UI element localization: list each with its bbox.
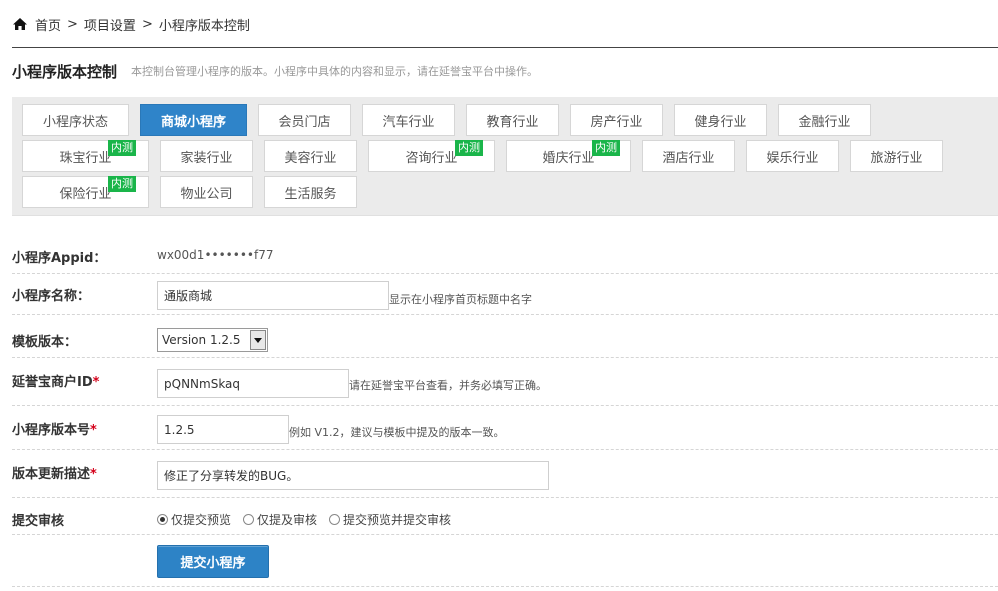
tab-auto-industry[interactable]: 汽车行业	[362, 104, 455, 136]
tab-jewelry-industry[interactable]: 珠宝行业 内测	[22, 140, 149, 172]
tab-label: 物业公司	[180, 186, 233, 202]
tab-label: 商城小程序	[160, 114, 226, 130]
beta-badge: 内测	[108, 140, 136, 156]
version-input[interactable]: 1.2.5	[157, 415, 289, 444]
breadcrumb-project-settings[interactable]: 项目设置	[84, 15, 136, 34]
description-row: 版本更新描述* 修正了分享转发的BUG。	[12, 450, 998, 498]
tab-label: 金融行业	[798, 114, 851, 130]
tab-wedding-industry[interactable]: 婚庆行业 内测	[506, 140, 631, 172]
name-hint: 显示在小程序首页标题中名字	[389, 293, 532, 306]
tab-label: 咨询行业	[405, 150, 458, 166]
tab-label: 家装行业	[180, 150, 233, 166]
beta-badge: 内测	[455, 140, 483, 156]
template-label: 模板版本：	[12, 335, 78, 350]
tab-beauty-industry[interactable]: 美容行业	[264, 140, 357, 172]
radio-preview-and-review[interactable]: 提交预览并提交审核	[329, 511, 451, 528]
template-select[interactable]: Version 1.2.5	[157, 328, 268, 352]
breadcrumb-home[interactable]: 首页	[35, 15, 61, 34]
tab-label: 小程序状态	[42, 114, 108, 130]
appid-label: 小程序Appid：	[12, 251, 107, 266]
name-row: 小程序名称： 通版商城 显示在小程序首页标题中名字	[12, 274, 998, 315]
tab-fitness-industry[interactable]: 健身行业	[674, 104, 767, 136]
radio-label: 仅提及审核	[257, 513, 318, 527]
industry-tab-panel: 小程序状态 商城小程序 会员门店 汽车行业 教育行业 房产行业 健身行业 金融行…	[12, 97, 998, 216]
tab-label: 旅游行业	[870, 150, 923, 166]
description-label: 版本更新描述*	[12, 463, 97, 482]
required-mark: *	[92, 375, 100, 390]
merchant-id-label: 延誉宝商户ID*	[12, 371, 99, 390]
tab-member-store[interactable]: 会员门店	[258, 104, 351, 136]
template-row: 模板版本： Version 1.2.5	[12, 315, 998, 358]
version-hint: 例如 V1.2，建议与模板中提及的版本一致。	[289, 426, 505, 439]
breadcrumb-separator: >	[141, 16, 153, 32]
template-select-value: Version 1.2.5	[162, 333, 241, 347]
chevron-down-icon[interactable]	[250, 330, 266, 350]
tab-miniprogram-status[interactable]: 小程序状态	[22, 104, 129, 136]
merchant-id-hint: 请在延誉宝平台查看，并务必填写正确。	[349, 379, 547, 392]
radio-label: 提交预览并提交审核	[343, 513, 452, 527]
tab-label: 婚庆行业	[542, 150, 595, 166]
appid-row: 小程序Appid： wx00d1•••••••f77	[12, 235, 998, 274]
tab-entertainment-industry[interactable]: 娱乐行业	[746, 140, 839, 172]
radio-preview-only[interactable]: 仅提交预览	[157, 511, 231, 528]
tab-label: 酒店行业	[662, 150, 715, 166]
radio-review-only[interactable]: 仅提及审核	[243, 511, 317, 528]
radio-label: 仅提交预览	[171, 513, 232, 527]
page-description: 本控制台管理小程序的版本。小程序中具体的内容和显示，请在延誉宝平台中操作。	[131, 65, 539, 78]
breadcrumb-current: 小程序版本控制	[158, 18, 250, 34]
tab-label: 房产行业	[590, 114, 643, 130]
version-row: 小程序版本号* 1.2.5 例如 V1.2，建议与模板中提及的版本一致。	[12, 406, 998, 450]
tab-property-company[interactable]: 物业公司	[160, 176, 253, 208]
form-bottom-divider	[12, 586, 998, 587]
version-label-text: 小程序版本号	[12, 423, 91, 438]
radio-button[interactable]	[329, 514, 341, 525]
description-label-text: 版本更新描述	[12, 467, 91, 482]
tab-mall-miniprogram[interactable]: 商城小程序	[140, 104, 247, 136]
radio-button[interactable]	[243, 514, 255, 525]
tab-label: 教育行业	[486, 114, 539, 130]
tab-homedecor-industry[interactable]: 家装行业	[160, 140, 253, 172]
tab-hotel-industry[interactable]: 酒店行业	[642, 140, 735, 172]
submit-review-options: 仅提交预览 仅提及审核 提交预览并提交审核	[157, 511, 463, 528]
radio-button[interactable]	[157, 514, 168, 525]
description-input[interactable]: 修正了分享转发的BUG。	[157, 461, 549, 490]
beta-badge: 内测	[592, 140, 620, 156]
submit-review-label: 提交审核	[12, 514, 65, 529]
merchant-id-row: 延誉宝商户ID* pQNNmSkaq 请在延誉宝平台查看，并务必填写正确。	[12, 358, 998, 406]
title-row: 小程序版本控制 本控制台管理小程序的版本。小程序中具体的内容和显示，请在延誉宝平…	[12, 60, 538, 82]
name-input[interactable]: 通版商城	[157, 281, 389, 310]
name-label: 小程序名称：	[12, 289, 91, 304]
breadcrumb-separator: >	[67, 16, 78, 32]
tab-label: 生活服务	[284, 186, 337, 202]
tab-life-services[interactable]: 生活服务	[264, 176, 357, 208]
tab-travel-industry[interactable]: 旅游行业	[850, 140, 943, 172]
header-divider	[12, 47, 998, 48]
page-title: 小程序版本控制	[12, 62, 118, 81]
breadcrumb: 首页 > 项目设置 > 小程序版本控制	[12, 14, 250, 34]
tab-finance-industry[interactable]: 金融行业	[778, 104, 871, 136]
tab-consulting-industry[interactable]: 咨询行业 内测	[368, 140, 495, 172]
tab-insurance-industry[interactable]: 保险行业 内测	[22, 176, 149, 208]
tab-label: 健身行业	[694, 114, 747, 130]
merchant-id-label-text: 延誉宝商户ID	[12, 375, 93, 390]
tab-label: 娱乐行业	[766, 150, 819, 166]
tab-label: 珠宝行业	[59, 150, 112, 166]
tab-education-industry[interactable]: 教育行业	[466, 104, 559, 136]
home-icon[interactable]	[12, 17, 28, 31]
tab-label: 保险行业	[59, 186, 112, 202]
submit-review-row: 提交审核 仅提交预览 仅提及审核 提交预览并提交审核	[12, 498, 998, 535]
tab-realestate-industry[interactable]: 房产行业	[570, 104, 663, 136]
tab-label: 会员门店	[278, 114, 331, 130]
submit-miniprogram-button[interactable]: 提交小程序	[157, 545, 269, 578]
required-mark: *	[90, 423, 97, 438]
appid-value: wx00d1•••••••f77	[157, 248, 274, 262]
tab-label: 汽车行业	[382, 114, 435, 130]
version-label: 小程序版本号*	[12, 419, 97, 438]
required-mark: *	[90, 467, 97, 482]
tab-label: 美容行业	[284, 150, 337, 166]
merchant-id-input[interactable]: pQNNmSkaq	[157, 369, 349, 398]
beta-badge: 内测	[108, 176, 136, 192]
